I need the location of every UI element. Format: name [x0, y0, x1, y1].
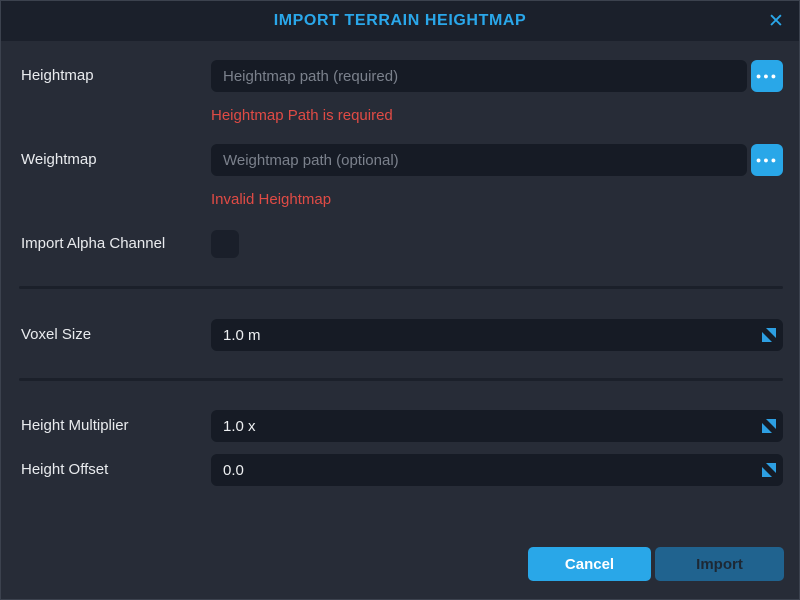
- import-terrain-heightmap-dialog: IMPORT TERRAIN HEIGHTMAP ✕ Heightmap ●●●…: [0, 0, 800, 600]
- close-icon[interactable]: ✕: [763, 8, 789, 34]
- import-alpha-channel-checkbox[interactable]: [211, 230, 239, 258]
- heightmap-error-text: Heightmap Path is required: [211, 107, 393, 124]
- dialog-title: IMPORT TERRAIN HEIGHTMAP: [274, 12, 527, 30]
- weightmap-browse-button[interactable]: ●●●: [751, 144, 783, 176]
- height-multiplier-input[interactable]: [211, 410, 783, 442]
- voxel-size-input[interactable]: [211, 319, 783, 351]
- import-alpha-channel-label: Import Alpha Channel: [21, 228, 165, 260]
- heightmap-path-input[interactable]: [211, 60, 747, 92]
- height-multiplier-label: Height Multiplier: [21, 410, 129, 442]
- height-offset-input[interactable]: [211, 454, 783, 486]
- ellipsis-icon: ●●●: [756, 71, 778, 81]
- cancel-button[interactable]: Cancel: [528, 547, 651, 581]
- divider: [19, 286, 783, 289]
- height-offset-label: Height Offset: [21, 454, 108, 486]
- weightmap-error-text: Invalid Heightmap: [211, 191, 331, 208]
- divider: [19, 378, 783, 381]
- import-button[interactable]: Import: [655, 547, 784, 581]
- heightmap-browse-button[interactable]: ●●●: [751, 60, 783, 92]
- voxel-size-label: Voxel Size: [21, 319, 91, 351]
- ellipsis-icon: ●●●: [756, 155, 778, 165]
- heightmap-label: Heightmap: [21, 60, 94, 92]
- weightmap-path-input[interactable]: [211, 144, 747, 176]
- weightmap-label: Weightmap: [21, 144, 97, 176]
- dialog-titlebar: IMPORT TERRAIN HEIGHTMAP ✕: [1, 1, 799, 41]
